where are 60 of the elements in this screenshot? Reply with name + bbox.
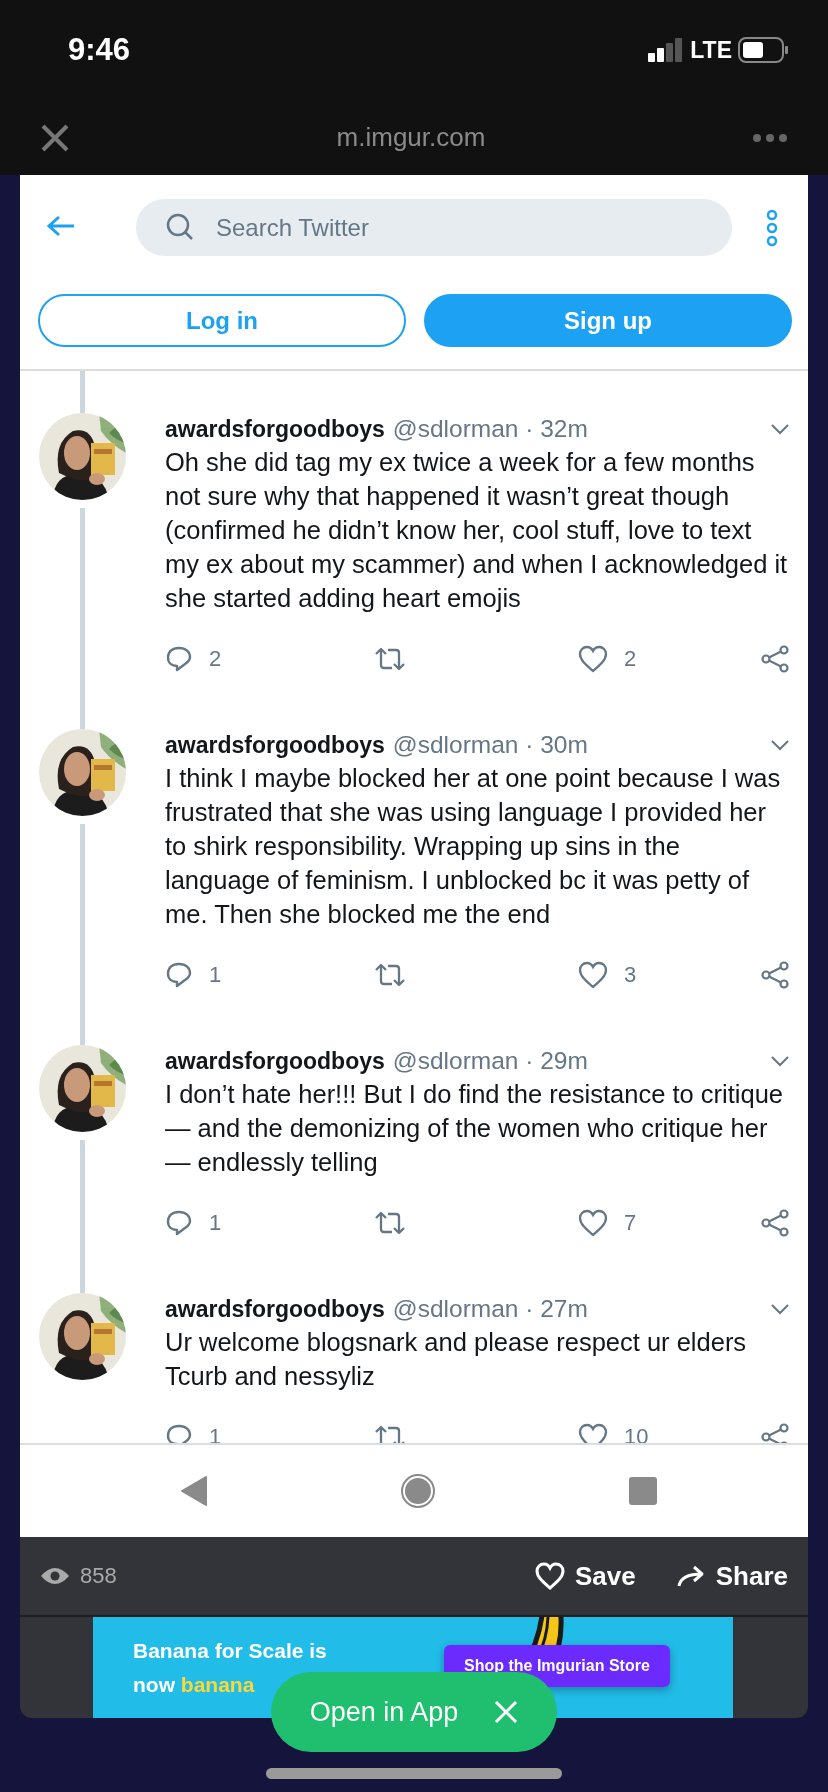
handle-time: @sdlorman · 32m	[392, 415, 589, 443]
reply-icon[interactable]	[165, 1209, 193, 1237]
retweet-icon[interactable]	[373, 1210, 407, 1236]
user-name: awardsforgoodboys	[165, 1295, 385, 1323]
reply-count: 1	[209, 1210, 222, 1236]
reply-icon[interactable]	[165, 645, 193, 673]
retweet-icon[interactable]	[373, 1424, 407, 1443]
tweet-text: I think I maybe blocked her at one point because I was frustrated that she was using language I provided her to shirk responsibility. Wrapping up sins in the language of feminism. I unblocked bc it was petty of me. Then she blocked me the end	[165, 763, 782, 930]
like-count: 3	[624, 962, 637, 988]
eye-icon	[40, 1566, 70, 1586]
handle-time: @sdlorman · 30m	[392, 731, 589, 759]
search-field[interactable]: Search Twitter	[136, 199, 732, 256]
heart-icon[interactable]	[578, 1423, 608, 1443]
recents-icon[interactable]	[628, 1476, 658, 1506]
like-count: 2	[624, 646, 637, 672]
url-text: m.imgur.com	[336, 122, 486, 153]
share-button[interactable]: Share	[675, 1560, 788, 1592]
heart-icon[interactable]	[578, 1209, 608, 1237]
share-icon[interactable]	[760, 961, 790, 989]
heart-icon[interactable]	[578, 645, 608, 673]
tweet-text: Ur welcome blogsnark and please respect ur elders Tcurb and nessyliz	[165, 1327, 748, 1392]
clock-time: 9:46	[68, 32, 131, 68]
reply-icon[interactable]	[165, 1423, 193, 1443]
user-name: awardsforgoodboys	[165, 1047, 385, 1075]
more-icon[interactable]	[752, 132, 788, 143]
reply-count: 2	[209, 646, 222, 672]
back-arrow-icon[interactable]	[46, 213, 76, 238]
tweet-text: Oh she did tag my ex twice a week for a few months not sure why that happened it wasn’t great though (confirmed he didn’t know her, cool stuff, love to text my ex about my scammer) and when I acknowledged it she started adding heart emojis	[165, 447, 789, 614]
chevron-down-icon[interactable]	[770, 1303, 790, 1315]
handle-time: @sdlorman · 27m	[392, 1295, 589, 1323]
save-button[interactable]: Save	[535, 1560, 636, 1592]
tweet-text: I don’t hate her!!! But I do find the resistance to critique — and the demonizing of the women who critique her — endlessly telling	[165, 1079, 785, 1178]
handle-time: @sdlorman · 29m	[392, 1047, 589, 1075]
user-name: awardsforgoodboys	[165, 731, 385, 759]
share-arrow-icon	[675, 1564, 706, 1588]
ad-headline: Banana for Scale is	[133, 1637, 327, 1664]
search-icon	[166, 213, 194, 241]
retweet-icon[interactable]	[373, 962, 407, 988]
home-icon[interactable]	[400, 1473, 436, 1509]
reply-count: 1	[209, 962, 222, 988]
share-icon[interactable]	[760, 645, 790, 673]
chevron-down-icon[interactable]	[770, 423, 790, 435]
battery-icon	[738, 37, 788, 63]
chevron-down-icon[interactable]	[770, 739, 790, 751]
share-icon[interactable]	[760, 1423, 790, 1443]
ad-headline: now banana	[133, 1671, 256, 1698]
back-icon[interactable]	[180, 1475, 208, 1507]
heart-icon[interactable]	[578, 961, 608, 989]
user-name: awardsforgoodboys	[165, 415, 385, 443]
close-icon[interactable]	[40, 122, 70, 153]
retweet-icon[interactable]	[373, 646, 407, 672]
view-count: 858	[80, 1563, 117, 1589]
like-count: 7	[624, 1210, 637, 1236]
reply-icon[interactable]	[165, 961, 193, 989]
heart-icon	[535, 1562, 565, 1590]
more-icon[interactable]	[766, 208, 778, 247]
signal-icon	[648, 38, 685, 62]
chevron-down-icon[interactable]	[770, 1055, 790, 1067]
share-icon[interactable]	[760, 1209, 790, 1237]
network-label: LTE	[690, 36, 732, 64]
